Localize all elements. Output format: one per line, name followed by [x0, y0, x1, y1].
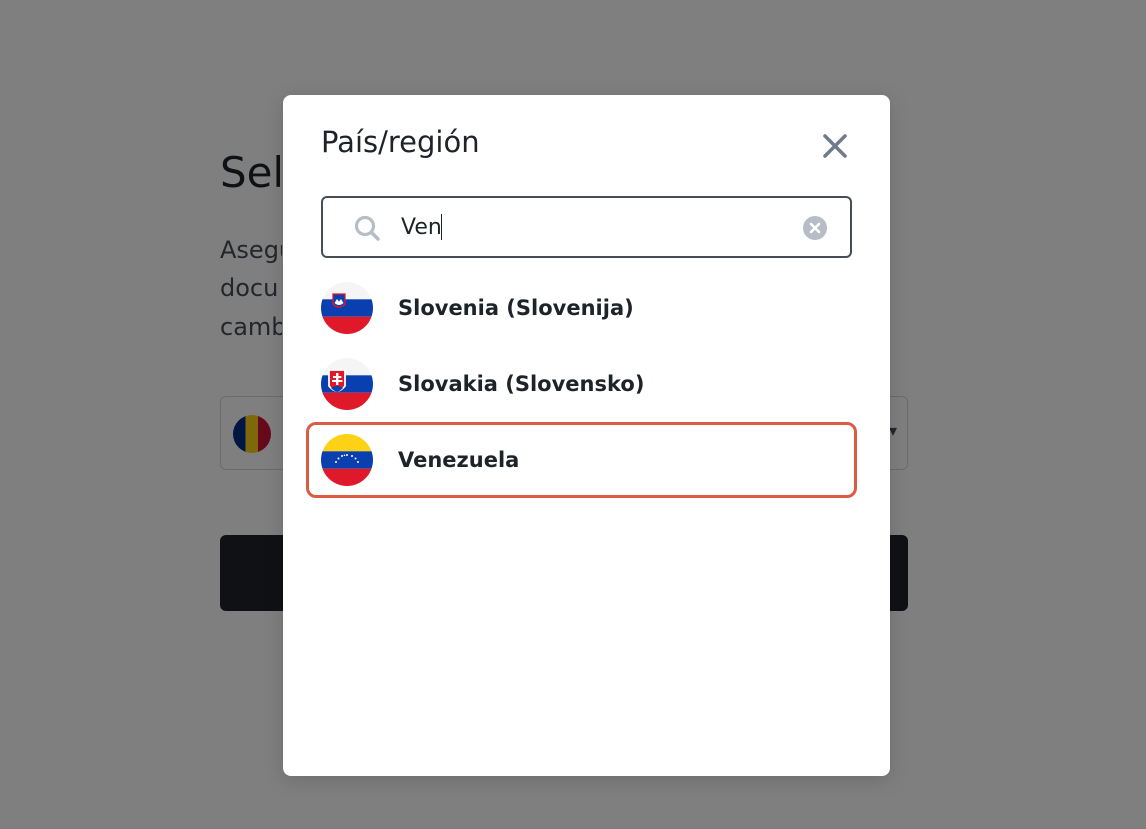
- search-icon: [354, 215, 380, 241]
- list-item-slovakia[interactable]: Slovakia (Slovensko): [308, 346, 866, 422]
- close-button[interactable]: [820, 131, 850, 161]
- list-item-label: Venezuela: [398, 448, 520, 472]
- text-caret: [441, 214, 442, 240]
- search-input[interactable]: [401, 210, 781, 244]
- modal-title: País/región: [321, 125, 480, 159]
- list-item-label: Slovenia (Slovenija): [398, 296, 634, 320]
- list-item-slovenia[interactable]: Slovenia (Slovenija): [308, 270, 866, 346]
- country-results-list: Slovenia (Slovenija) Slovakia (Slovensko…: [306, 270, 866, 498]
- slovenia-flag-icon: [321, 282, 373, 334]
- clear-search-icon[interactable]: [802, 215, 828, 241]
- close-icon: [823, 134, 847, 158]
- list-item-venezuela[interactable]: Venezuela: [306, 422, 857, 498]
- search-field[interactable]: [321, 196, 852, 258]
- venezuela-flag-icon: [321, 434, 373, 486]
- country-region-modal: País/región Ven Slovenia (Slovenija) Slo…: [283, 95, 890, 776]
- slovakia-flag-icon: [321, 358, 373, 410]
- list-item-label: Slovakia (Slovensko): [398, 372, 645, 396]
